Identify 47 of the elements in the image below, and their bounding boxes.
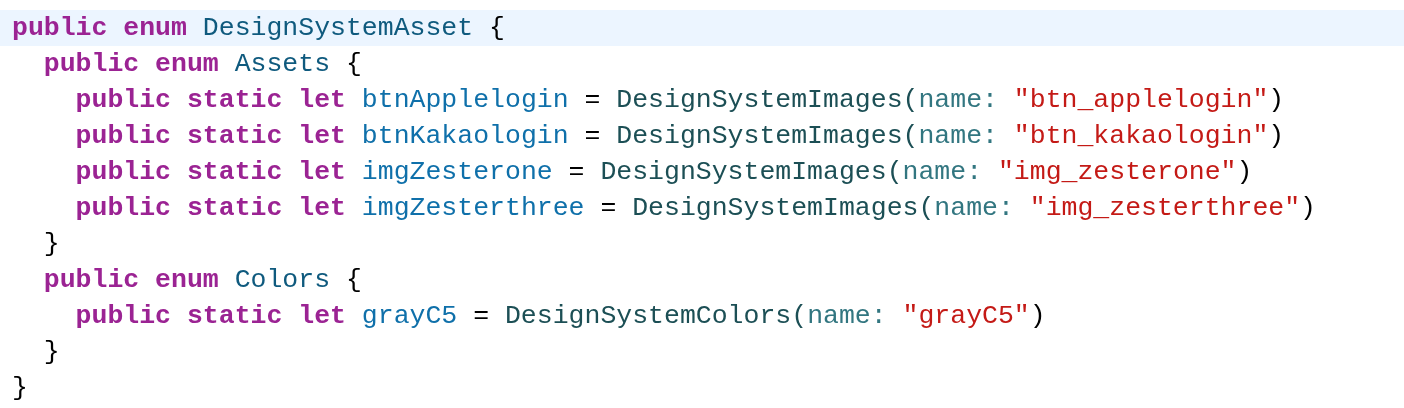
type-name: Assets [234, 48, 331, 81]
type-name: Colors [234, 264, 331, 297]
keyword: public enum [12, 12, 187, 45]
punctuation: { [489, 12, 505, 45]
punctuation: = [473, 300, 490, 333]
punctuation: { [345, 48, 362, 81]
parameter-label: name: [934, 192, 1014, 225]
parameter-label: name: [902, 156, 983, 189]
identifier: grayC5 [361, 300, 458, 333]
type-name: DesignSystemImages( [616, 120, 919, 153]
keyword: public enum [43, 48, 219, 81]
punctuation: ) [1029, 300, 1046, 333]
punctuation: } [12, 372, 28, 405]
string-literal: "img_zesterone" [997, 156, 1237, 189]
type-name: DesignSystemColors( [504, 300, 808, 333]
identifier: imgZesterone [361, 156, 553, 189]
string-literal: "btn_applelogin" [1013, 84, 1269, 117]
punctuation: = [568, 156, 585, 189]
punctuation: } [43, 336, 60, 369]
keyword: public static let [75, 120, 346, 153]
punctuation: ) [1268, 120, 1285, 153]
string-literal: "btn_kakaologin" [1013, 120, 1269, 153]
parameter-label: name: [918, 84, 998, 117]
parameter-label: name: [807, 300, 887, 333]
keyword: public enum [43, 264, 219, 297]
punctuation: = [600, 192, 617, 225]
string-literal: "grayC5" [902, 300, 1030, 333]
punctuation: } [43, 228, 60, 261]
punctuation: ) [1236, 156, 1253, 189]
identifier: imgZesterthree [361, 192, 585, 225]
keyword: public static let [75, 156, 346, 189]
punctuation: = [584, 84, 601, 117]
punctuation: ) [1300, 192, 1316, 225]
type-name: DesignSystemAsset [202, 12, 474, 45]
type-name: DesignSystemImages( [616, 84, 919, 117]
punctuation: ) [1268, 84, 1285, 117]
identifier: btnKakaologin [361, 120, 569, 153]
type-name: DesignSystemImages( [632, 192, 935, 225]
keyword: public static let [75, 192, 346, 225]
punctuation: = [584, 120, 601, 153]
type-name: DesignSystemImages( [600, 156, 903, 189]
keyword: public static let [75, 300, 346, 333]
punctuation: { [345, 264, 362, 297]
parameter-label: name: [918, 120, 998, 153]
string-literal: "img_zesterthree" [1029, 192, 1301, 225]
identifier: btnApplelogin [361, 84, 569, 117]
keyword: public static let [75, 84, 346, 117]
